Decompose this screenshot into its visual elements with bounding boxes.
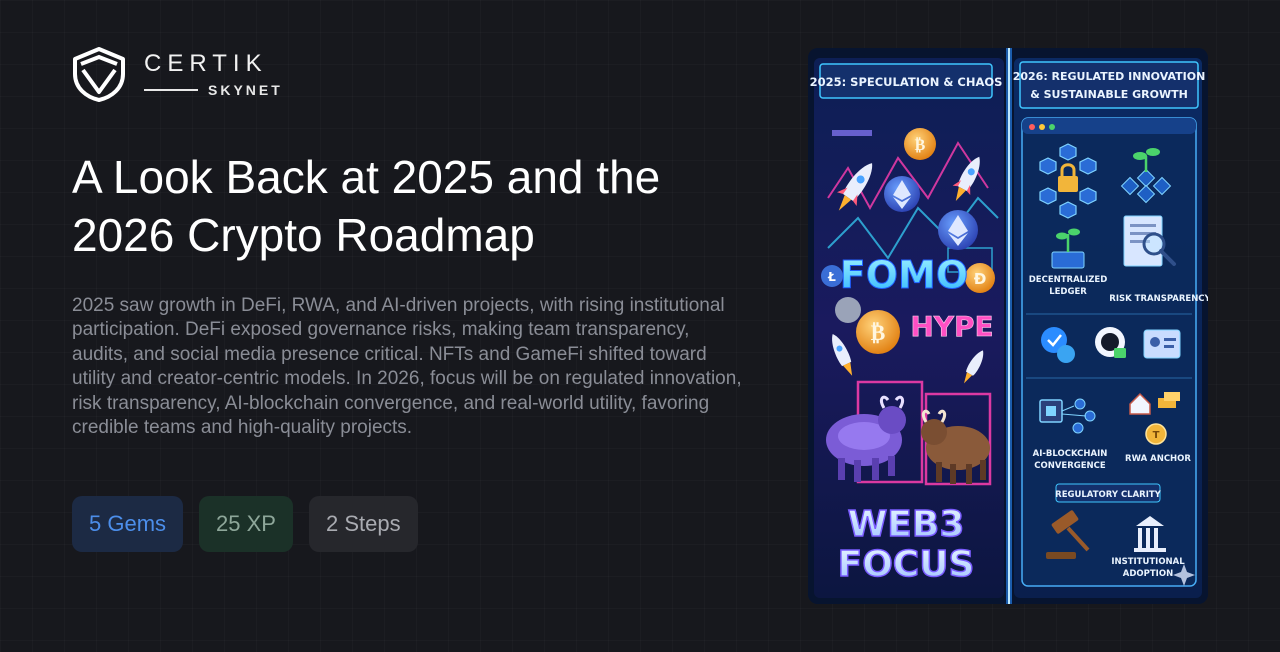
logo-text: CERTIK SKYNET (144, 50, 283, 98)
svg-text:₿: ₿ (871, 321, 886, 346)
dogecoin-icon: Ð (965, 263, 995, 293)
coin-icon (835, 297, 861, 323)
svg-text:Ð: Ð (974, 270, 987, 288)
page-title: A Look Back at 2025 and the 2026 Crypto … (72, 151, 661, 261)
id-card-icon (1143, 329, 1181, 359)
logo-product: SKYNET (208, 82, 283, 98)
rwa-anchor-label: RWA ANCHOR (1125, 454, 1191, 464)
reward-badges: 5 Gems 25 XP 2 Steps (72, 496, 418, 552)
right-header-line1: 2026: REGULATED INNOVATION (1013, 70, 1206, 83)
hero-artwork: 2025: SPECULATION & CHAOS 2026: REGULATE… (808, 48, 1208, 604)
xp-badge: 25 XP (199, 496, 293, 552)
ai-blockchain-label-2: CONVERGENCE (1034, 461, 1106, 471)
twitter-icon (1057, 345, 1075, 363)
decentralized-ledger-label-2: LEDGER (1049, 287, 1087, 297)
institutional-label-2: ADOPTION (1123, 569, 1173, 579)
right-header-line2: & SUSTAINABLE GROWTH (1030, 88, 1188, 101)
ethereum-icon (938, 210, 978, 250)
institutional-label-1: INSTITUTIONAL (1111, 557, 1185, 567)
ai-blockchain-label-1: AI-BLOCKCHAIN (1033, 449, 1108, 459)
logo-divider (144, 89, 198, 91)
bitcoin-icon: ₿ (904, 128, 936, 160)
web3-text: WEB3 (848, 504, 965, 545)
page-description: 2025 saw growth in DeFi, RWA, and AI-dri… (72, 295, 742, 439)
svg-text:T: T (1153, 430, 1160, 441)
ethereum-icon (884, 176, 920, 212)
risk-transparency-label: RISK TRANSPARENCY (1109, 294, 1208, 304)
focus-text: FOCUS (838, 544, 975, 585)
decentralized-ledger-label-1: DECENTRALIZED (1029, 275, 1108, 285)
hero-illustration: 2025: SPECULATION & CHAOS 2026: REGULATE… (808, 48, 1208, 604)
fomo-text: FOMO (840, 253, 968, 297)
bitcoin-icon: ₿ (856, 310, 900, 354)
gems-badge: 5 Gems (72, 496, 184, 552)
hype-text: HYPE (910, 310, 993, 343)
certik-shield-icon (73, 47, 125, 102)
svg-text:Ł: Ł (827, 270, 836, 284)
left-header: 2025: SPECULATION & CHAOS (810, 75, 1003, 89)
logo-brand: CERTIK (144, 50, 268, 77)
steps-badge: 2 Steps (308, 496, 418, 552)
certik-skynet-logo[interactable]: CERTIK SKYNET (72, 46, 283, 102)
logo-sub: SKYNET (144, 82, 283, 98)
svg-text:₿: ₿ (915, 135, 926, 154)
regulatory-clarity-label: REGULATORY CLARITY (1055, 490, 1162, 500)
